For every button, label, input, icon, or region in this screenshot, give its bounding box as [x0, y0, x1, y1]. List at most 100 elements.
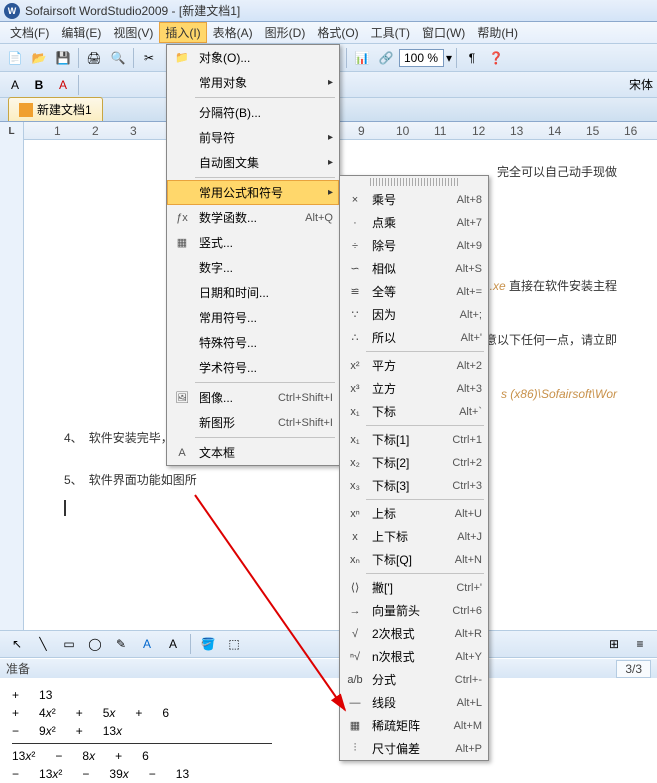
pen-tool[interactable]: ✎ [110, 633, 132, 655]
menu-item[interactable]: 特殊符号... [167, 330, 339, 355]
formula-symbol-submenu[interactable]: ×乘号Alt+8·点乘Alt+7÷除号Alt+9∽相似Alt+S≌全等Alt+=… [339, 175, 489, 761]
list-number: 5、 [64, 468, 83, 492]
grid-tool[interactable]: ⊞ [603, 633, 625, 655]
menu-item[interactable]: 🖼图像...Ctrl+Shift+I [167, 385, 339, 410]
menu-item[interactable]: ▦竖式... [167, 230, 339, 255]
menu-item[interactable]: 新图形Ctrl+Shift+I [167, 410, 339, 435]
align-tool[interactable]: ≡ [629, 633, 651, 655]
doc-text: 直接在软件安装主程 [509, 279, 617, 293]
menu-0[interactable]: 文档(F) [4, 22, 55, 43]
submenu-item[interactable]: xₙ下标[Q]Alt+N [340, 548, 488, 571]
math-row: 13x²−8x+6 [12, 747, 645, 765]
menu-item[interactable]: 前导符▸ [167, 125, 339, 150]
link-button[interactable]: 🔗 [375, 47, 397, 69]
select-tool[interactable]: ↖ [6, 633, 28, 655]
list-number: 4、 [64, 426, 83, 450]
submenu-item[interactable]: x₂下标[2]Ctrl+2 [340, 451, 488, 474]
math-row: +13 [12, 686, 645, 704]
menu-4[interactable]: 表格(A) [207, 22, 259, 43]
rect-tool[interactable]: ▭ [58, 633, 80, 655]
separator [190, 634, 191, 654]
doc-text: 软件界面功能如图所 [89, 468, 197, 492]
cut-button[interactable]: ✂ [138, 47, 160, 69]
math-row: +4x²+5x+6 [12, 704, 645, 722]
menu-5[interactable]: 图形(D) [259, 22, 312, 43]
menu-6[interactable]: 格式(O) [311, 22, 364, 43]
submenu-item[interactable]: x₁下标Alt+` [340, 400, 488, 423]
font-name[interactable]: 宋体 [629, 76, 653, 93]
submenu-grip[interactable] [370, 178, 458, 186]
statusbar: 准备 3/3 [0, 658, 657, 678]
menu-item[interactable]: 常用对象▸ [167, 70, 339, 95]
help-button[interactable]: ❓ [485, 47, 507, 69]
menu-item[interactable]: 📁对象(O)... [167, 45, 339, 70]
menu-8[interactable]: 窗口(W) [416, 22, 471, 43]
text-tool-2[interactable]: A [162, 633, 184, 655]
zoom-control[interactable]: 100 % ▾ [399, 49, 452, 67]
menu-9[interactable]: 帮助(H) [471, 22, 524, 43]
fill-tool[interactable]: 🪣 [197, 633, 219, 655]
doc-path: .xe [490, 279, 506, 293]
submenu-item[interactable]: ⟨⟩撇[']Ctrl+' [340, 576, 488, 599]
submenu-item[interactable]: x上下标Alt+J [340, 525, 488, 548]
separator [346, 48, 347, 68]
para-button[interactable]: ¶ [461, 47, 483, 69]
submenu-item[interactable]: √2次根式Alt+R [340, 622, 488, 645]
app-icon: W [4, 3, 20, 19]
submenu-item[interactable]: x₁下标[1]Ctrl+1 [340, 428, 488, 451]
menu-item[interactable]: 日期和时间... [167, 280, 339, 305]
tab-active[interactable]: 新建文档1 [8, 97, 103, 121]
ruler-horizontal: 12345678910111213141516 [24, 122, 657, 140]
submenu-item[interactable]: ·点乘Alt+7 [340, 211, 488, 234]
math-row: −9x²+13x [12, 722, 645, 740]
print-button[interactable]: 🖨 [83, 47, 105, 69]
bold-button[interactable]: B [28, 74, 50, 96]
save-button[interactable]: 💾 [52, 47, 74, 69]
menu-item[interactable]: ƒx数学函数...Alt+Q [167, 205, 339, 230]
menu-item[interactable]: 常用符号... [167, 305, 339, 330]
submenu-item[interactable]: x³立方Alt+3 [340, 377, 488, 400]
submenu-item[interactable]: a/b分式Ctrl+- [340, 668, 488, 691]
open-button[interactable]: 📂 [28, 47, 50, 69]
text-tool[interactable]: A [136, 633, 158, 655]
submenu-item[interactable]: xⁿ上标Alt+U [340, 502, 488, 525]
preview-button[interactable]: 🔍 [107, 47, 129, 69]
menu-7[interactable]: 工具(T) [365, 22, 416, 43]
insert-menu-dropdown[interactable]: 📁对象(O)...常用对象▸ 分隔符(B)...前导符▸自动图文集▸ 常用公式和符号… [166, 44, 340, 466]
ruler-l-label: L [8, 126, 14, 137]
menu-2[interactable]: 视图(V) [107, 22, 159, 43]
menu-item[interactable]: 学术符号... [167, 355, 339, 380]
submenu-item[interactable]: ∽相似Alt+S [340, 257, 488, 280]
chart-button[interactable]: 📊 [351, 47, 373, 69]
menu-3[interactable]: 插入(I) [159, 22, 206, 43]
ellipse-tool[interactable]: ◯ [84, 633, 106, 655]
submenu-item[interactable]: ∴所以Alt+' [340, 326, 488, 349]
submenu-item[interactable]: ⫶尺寸偏差Alt+P [340, 737, 488, 760]
submenu-item[interactable]: x²平方Alt+2 [340, 354, 488, 377]
zoom-dropdown-icon[interactable]: ▾ [446, 51, 452, 65]
submenu-item[interactable]: ÷除号Alt+9 [340, 234, 488, 257]
submenu-item[interactable]: ×乘号Alt+8 [340, 188, 488, 211]
new-button[interactable]: 📄 [4, 47, 26, 69]
submenu-item[interactable]: ▦稀疏矩阵Alt+M [340, 714, 488, 737]
doc-path: s (x86)\Sofairsoft\Wor [501, 387, 617, 401]
submenu-item[interactable]: x₃下标[3]Ctrl+3 [340, 474, 488, 497]
line-tool[interactable]: ╲ [32, 633, 54, 655]
menu-item[interactable]: 自动图文集▸ [167, 150, 339, 175]
color-button[interactable]: A [52, 74, 74, 96]
style-button[interactable]: A [4, 74, 26, 96]
submenu-item[interactable]: ≌全等Alt+= [340, 280, 488, 303]
submenu-item[interactable]: ∵因为Alt+; [340, 303, 488, 326]
menu-item[interactable]: 分隔符(B)... [167, 100, 339, 125]
misc-tool[interactable]: ⬚ [223, 633, 245, 655]
separator [133, 48, 134, 68]
menu-1[interactable]: 编辑(E) [55, 22, 107, 43]
submenu-item[interactable]: ⁿ√n次根式Alt+Y [340, 645, 488, 668]
submenu-item[interactable]: —线段Alt+L [340, 691, 488, 714]
menu-item[interactable]: 数字... [167, 255, 339, 280]
menu-item[interactable]: A文本框 [167, 440, 339, 465]
menu-item[interactable]: 常用公式和符号▸ [167, 180, 339, 205]
submenu-item[interactable]: →向量箭头Ctrl+6 [340, 599, 488, 622]
separator [78, 48, 79, 68]
zoom-value[interactable]: 100 % [399, 49, 444, 67]
